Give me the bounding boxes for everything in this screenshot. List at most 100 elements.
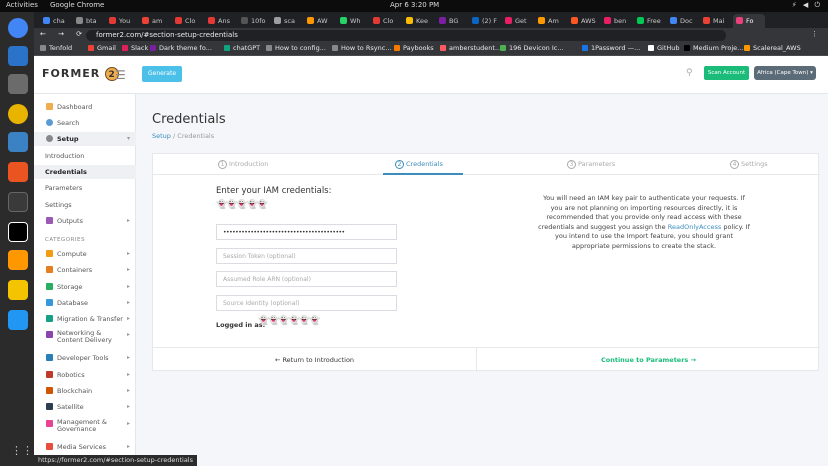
bookmark-item[interactable]: Scalereal_AWS [744, 44, 801, 52]
browser-tab[interactable]: am [139, 14, 171, 28]
sidebar-item-storage[interactable]: Storage ▸ [34, 280, 136, 294]
sidebar-item-database[interactable]: Database ▸ [34, 296, 136, 310]
bookmark-item[interactable]: 196 Devicon Ic... [500, 44, 564, 52]
bookmark-item[interactable]: Medium Proje... [684, 44, 743, 52]
bookmark-item[interactable]: Slack [122, 44, 148, 52]
sidebar-item-setup[interactable]: Setup ▾ [34, 132, 136, 146]
bookmark-item[interactable]: How to Rsync... [332, 44, 391, 52]
generate-button[interactable]: Generate [142, 66, 182, 82]
region-select[interactable]: Africa (Cape Town) ▾ [754, 66, 816, 80]
chrome-icon[interactable] [8, 18, 28, 38]
bookmark-item[interactable]: amberstudent.... [440, 44, 503, 52]
scan-account-button[interactable]: Scan Account [704, 66, 749, 80]
software-icon[interactable] [8, 162, 28, 182]
sidebar-item-parameters[interactable]: Parameters [34, 181, 136, 195]
browser-tab[interactable]: ben [601, 14, 633, 28]
step-credentials[interactable]: 2 Credentials [395, 160, 443, 169]
source-identity-field[interactable]: Source Identity (optional) [216, 295, 397, 311]
sidebar-item-outputs[interactable]: Outputs ▸ [34, 214, 136, 228]
sidebar-item-robotics[interactable]: Robotics ▸ [34, 368, 136, 382]
vscode-icon[interactable] [8, 310, 28, 330]
sidebar-item-introduction[interactable]: Introduction [34, 149, 136, 163]
sidebar-item-search[interactable]: Search [34, 116, 136, 130]
browser-tab[interactable]: Wh [337, 14, 369, 28]
bookmark-icon [122, 45, 128, 51]
clock[interactable]: Apr 6 3:20 PM [390, 1, 439, 9]
logo[interactable]: FORMER 2 [42, 67, 120, 81]
bookmark-item[interactable]: GitHub [648, 44, 680, 52]
browser-tab[interactable]: AW [304, 14, 336, 28]
mail-icon[interactable] [8, 46, 28, 66]
music-icon[interactable] [8, 104, 28, 124]
files-icon[interactable] [8, 74, 28, 94]
sidebar-item-satellite[interactable]: Satellite ▸ [34, 400, 136, 414]
bookmark-item[interactable]: Paybooks [394, 44, 434, 52]
sidebar-item-migration[interactable]: Migration & Transfer ▸ [34, 312, 136, 326]
tab-title: am [152, 17, 163, 25]
sidebar-item-containers[interactable]: Containers ▸ [34, 263, 136, 277]
sidebar-item-media-services[interactable]: Media Services ▸ [34, 440, 136, 454]
hamburger-icon[interactable]: ☰ [115, 68, 126, 82]
sidebar-item-dashboard[interactable]: Dashboard [34, 100, 136, 114]
browser-tab[interactable]: AWS [568, 14, 600, 28]
sidebar-item-management[interactable]: Management & Governance ▸ [34, 417, 136, 435]
browser-tab[interactable]: Get [502, 14, 534, 28]
bookmark-item[interactable]: 1Password —... [582, 44, 640, 52]
browser-tab[interactable]: Clo [370, 14, 402, 28]
bookmark-item[interactable]: Tenfold [40, 44, 72, 52]
activities-button[interactable]: Activities [6, 1, 38, 9]
browser-tab[interactable]: Doc [667, 14, 699, 28]
browser-tab[interactable]: 10fo [238, 14, 270, 28]
readonlyaccess-link[interactable]: ReadOnlyAccess [668, 223, 721, 231]
step-introduction[interactable]: 1 Introduction [218, 160, 268, 169]
bookmark-item[interactable]: chatGPT [224, 44, 260, 52]
browser-tab[interactable]: BG [436, 14, 468, 28]
terminal-icon[interactable] [8, 192, 28, 212]
intellij-icon[interactable] [8, 222, 28, 242]
secret-key-field[interactable]: •••••••••••••••••••••••••••••••••••••••• [216, 224, 397, 240]
notes-icon[interactable] [8, 280, 28, 300]
browser-tab[interactable]: Free [634, 14, 666, 28]
sidebar-item-compute[interactable]: Compute ▸ [34, 247, 136, 261]
sidebar-item-networking[interactable]: Networking & Content Delivery ▸ [34, 328, 136, 346]
browser-tab[interactable]: bta [73, 14, 105, 28]
sublime-icon[interactable] [8, 250, 28, 270]
continue-to-parameters-button[interactable]: Continue to Parameters → [477, 356, 820, 364]
docs-icon[interactable] [8, 132, 28, 152]
assumed-role-arn-field[interactable]: Assumed Role ARN (optional) [216, 271, 397, 287]
sidebar-item-settings[interactable]: Settings [34, 198, 136, 212]
return-to-introduction-button[interactable]: ← Return to Introduction [153, 356, 476, 364]
nav-buttons[interactable]: ← → ⟳ [40, 30, 87, 38]
app-name[interactable]: Google Chrome [50, 1, 104, 9]
browser-tab[interactable]: Kee [403, 14, 435, 28]
bookmark-item[interactable]: Dark theme fo... [150, 44, 212, 52]
sidebar-item-credentials[interactable]: Credentials [34, 165, 136, 179]
session-token-field[interactable]: Session Token (optional) [216, 248, 397, 264]
browser-tab[interactable]: Am [535, 14, 567, 28]
sidebar-item-blockchain[interactable]: Blockchain ▸ [34, 384, 136, 398]
browser-tab[interactable]: Ans [205, 14, 237, 28]
browser-tab[interactable]: cha [40, 14, 72, 28]
browser-tab[interactable]: (2) F [469, 14, 501, 28]
apps-grid-icon[interactable]: ⋮⋮⋮ [11, 444, 44, 458]
browser-tab[interactable]: Fo [733, 14, 765, 28]
browser-tab[interactable]: sca [271, 14, 303, 28]
browser-menu-icon[interactable]: ⋮ [811, 30, 822, 38]
browser-tab[interactable]: Clo [172, 14, 204, 28]
breadcrumb-setup-link[interactable]: Setup [152, 132, 171, 140]
system-tray-icons[interactable]: ⚡ ◀ ⏻ [792, 1, 822, 10]
tab-favicon-icon [703, 17, 710, 24]
browser-tab[interactable]: You [106, 14, 138, 28]
step-parameters[interactable]: 3 Parameters [567, 160, 615, 169]
bookmark-item[interactable]: How to config... [266, 44, 326, 52]
step-settings[interactable]: 4 Settings [730, 160, 768, 169]
sidebar-label: Outputs [57, 217, 83, 225]
search-icon[interactable]: ⚲ [686, 68, 693, 78]
bookmark-item[interactable]: Gmail [88, 44, 116, 52]
sidebar-item-developer-tools[interactable]: Developer Tools ▸ [34, 351, 136, 365]
tab-title: 10fo [251, 17, 266, 25]
browser-tab[interactable]: Mai [700, 14, 732, 28]
access-key-field[interactable]: 👻👻👻👻👻 [216, 200, 268, 210]
chevron-right-icon: ▸ [126, 387, 130, 394]
url-input[interactable]: former2.com/#section-setup-credentials [86, 30, 726, 41]
